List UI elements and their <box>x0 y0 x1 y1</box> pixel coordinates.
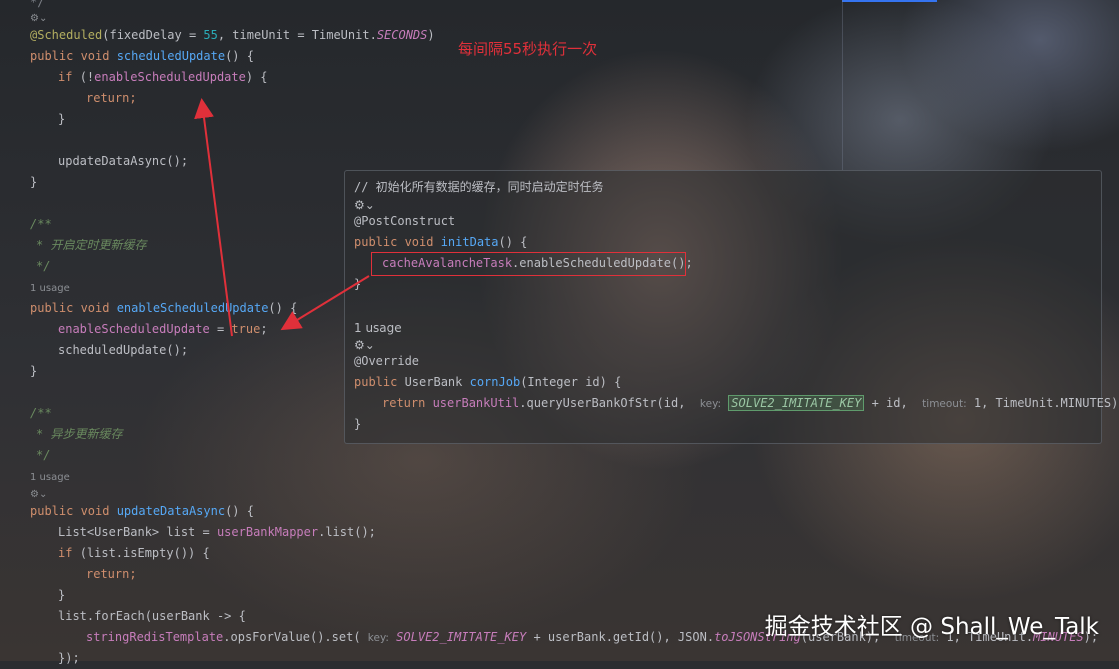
watermark: 掘金技术社区 @ Shall_We_Talk <box>764 614 1099 640</box>
annotation-arrows <box>194 98 370 337</box>
arrow-up <box>194 98 233 337</box>
arrow-to-enable <box>280 275 370 331</box>
